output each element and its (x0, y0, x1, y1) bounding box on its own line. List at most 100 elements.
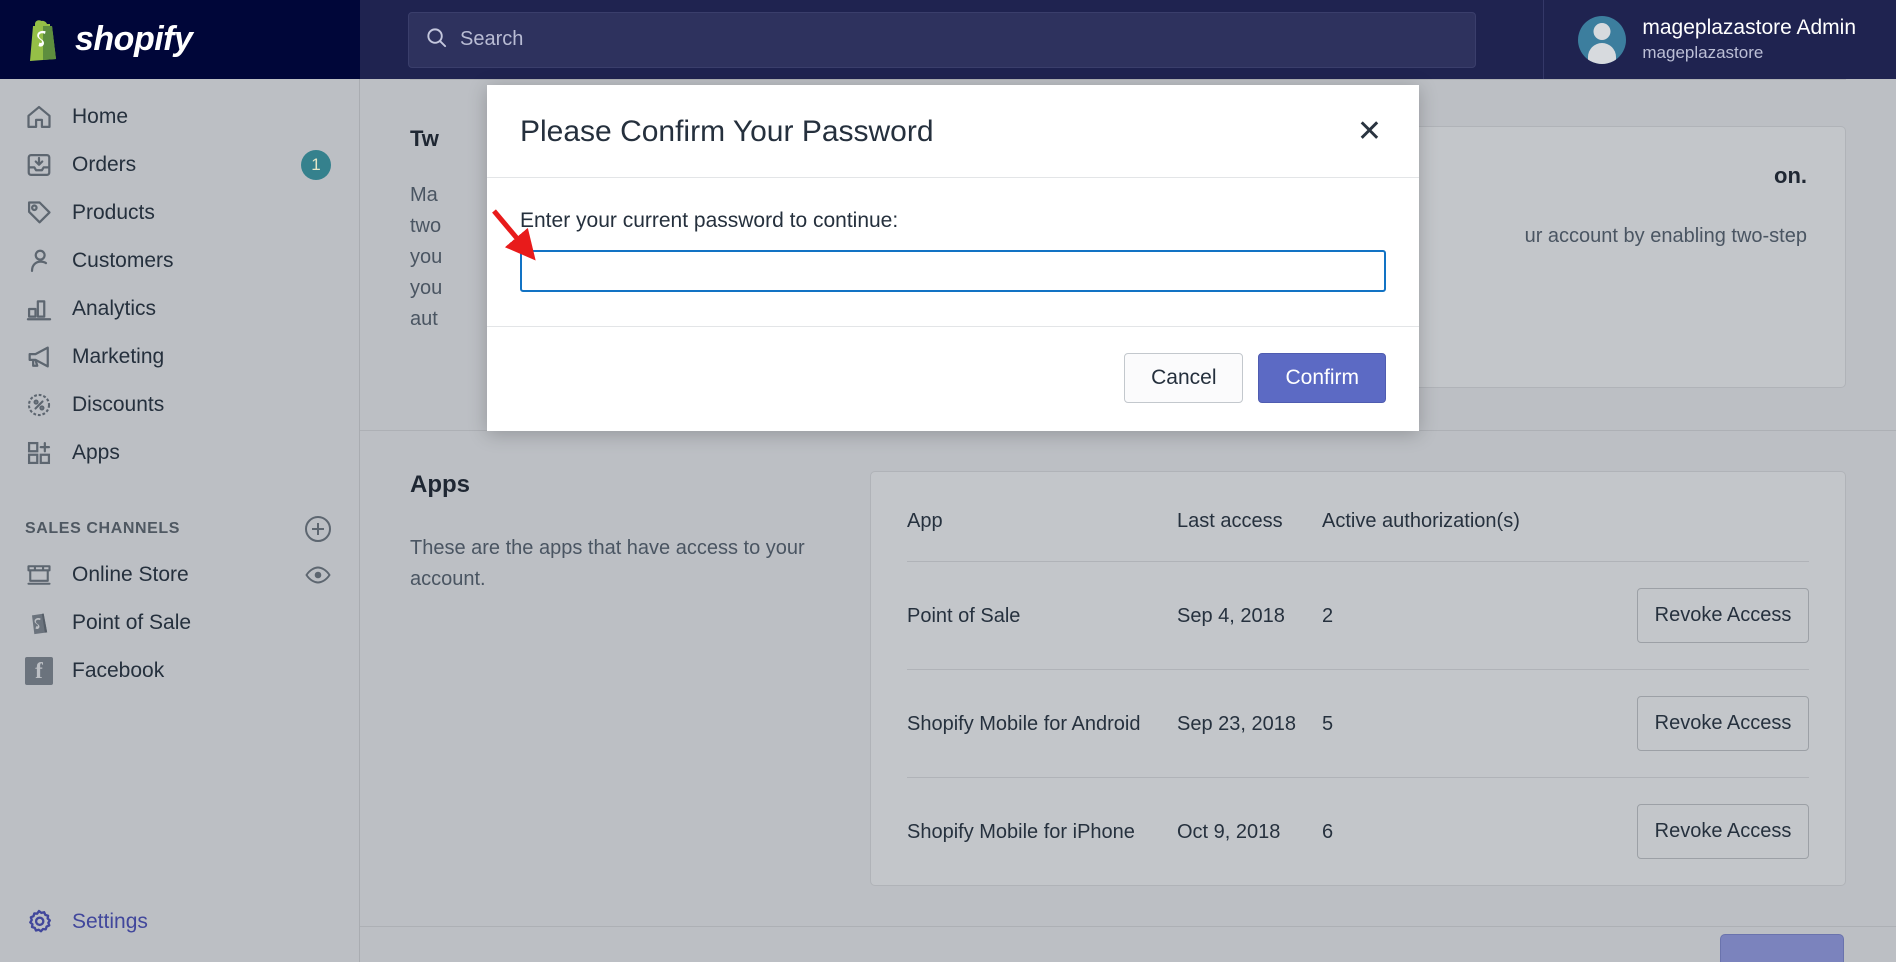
column-header-active-authorizations: Active authorization(s) (1322, 510, 1520, 532)
gear-icon (25, 908, 53, 936)
search-input[interactable]: Search (408, 11, 1476, 68)
sidebar-item-home[interactable]: Home (0, 93, 359, 141)
cell-last-access: Oct 9, 2018 (1177, 777, 1322, 885)
modal-title: Please Confirm Your Password (520, 115, 934, 148)
avatar (1578, 15, 1627, 64)
cancel-button[interactable]: Cancel (1124, 353, 1244, 403)
circle-plus-icon[interactable] (305, 516, 331, 542)
apps-section: Apps These are the apps that have access… (410, 431, 1846, 926)
sidebar-item-label: Home (72, 105, 129, 128)
apps-card: App Last access Active authorization(s) … (870, 471, 1846, 886)
cell-actions: Revoke Access (1552, 669, 1809, 778)
cell-app-name: Shopify Mobile for iPhone (907, 777, 1177, 885)
brand-name: shopify (75, 20, 193, 58)
column-header-app: App (907, 510, 943, 532)
brand-logo-area[interactable]: shopify (0, 0, 360, 79)
account-name: mageplazastore Admin (1642, 16, 1856, 40)
sidebar-item-online-store[interactable]: Online Store (0, 551, 359, 599)
search-placeholder: Search (460, 28, 524, 50)
megaphone-icon (25, 343, 53, 371)
modal-footer: Cancel Confirm (487, 327, 1419, 431)
home-icon (25, 103, 53, 131)
sidebar-item-settings[interactable]: Settings (0, 898, 176, 946)
modal-body: Enter your current password to continue: (487, 178, 1419, 327)
sidebar-item-label: Customers (72, 249, 174, 272)
table-row: Shopify Mobile for Android Sep 23, 2018 … (907, 669, 1809, 778)
password-label: Enter your current password to continue: (520, 209, 899, 232)
cell-actions: Revoke Access (1552, 561, 1809, 670)
sidebar-item-facebook[interactable]: f Facebook (0, 647, 359, 695)
shopify-bag-logo-icon (25, 19, 63, 61)
sidebar-item-marketing[interactable]: Marketing (0, 333, 359, 381)
cell-authorizations: 2 (1322, 561, 1552, 670)
sidebar-item-discounts[interactable]: Discounts (0, 381, 359, 429)
page-save-button-partial[interactable] (1720, 934, 1844, 962)
sidebar-item-label: Orders (72, 153, 137, 176)
sidebar-item-label: Apps (72, 441, 120, 464)
app-root: shopify Search mageplazastore Admin mage… (0, 0, 1896, 962)
revoke-access-button[interactable]: Revoke Access (1637, 804, 1809, 859)
sidebar-item-analytics[interactable]: Analytics (0, 285, 359, 333)
sidebar-item-label: Discounts (72, 393, 165, 416)
apps-table: App Last access Active authorization(s) … (907, 472, 1809, 885)
confirm-password-modal: Please Confirm Your Password ✕ Enter you… (487, 85, 1419, 431)
sidebar-item-products[interactable]: Products (0, 189, 359, 237)
cell-authorizations: 5 (1322, 669, 1552, 778)
account-store: mageplazastore (1642, 42, 1764, 62)
table-header-row: App Last access Active authorization(s) (907, 472, 1809, 562)
cell-last-access: Sep 23, 2018 (1177, 669, 1322, 778)
close-x-icon[interactable]: ✕ (1353, 117, 1386, 147)
sidebar-item-label: Facebook (72, 659, 165, 682)
sidebar: Home Orders 1 Products Customers Analyti… (0, 79, 360, 962)
shopify-pos-icon (25, 609, 53, 637)
bar-chart-icon (25, 295, 53, 323)
top-bar: shopify Search mageplazastore Admin mage… (0, 0, 1896, 79)
revoke-access-button[interactable]: Revoke Access (1637, 588, 1809, 643)
customer-person-icon (25, 247, 53, 275)
cell-last-access: Sep 4, 2018 (1177, 561, 1322, 670)
column-header-actions (1552, 472, 1809, 562)
search-icon (425, 26, 448, 54)
revoke-access-button[interactable]: Revoke Access (1637, 696, 1809, 751)
sales-channels-header: SALES CHANNELS (0, 507, 359, 551)
account-menu[interactable]: mageplazastore Admin mageplazastore (1543, 0, 1896, 79)
cell-app-name: Shopify Mobile for Android (907, 669, 1177, 778)
sidebar-item-label: Settings (72, 910, 148, 933)
cell-app-name: Point of Sale (907, 561, 1177, 670)
sidebar-item-label: Online Store (72, 563, 189, 586)
orders-inbox-icon (25, 151, 53, 179)
sidebar-item-label: Point of Sale (72, 611, 192, 634)
search-area: Search (360, 11, 1543, 68)
table-row: Point of Sale Sep 4, 2018 2 Revoke Acces… (907, 561, 1809, 670)
facebook-icon: f (25, 657, 53, 685)
sidebar-item-label: Products (72, 201, 155, 224)
orders-badge: 1 (301, 150, 331, 180)
eye-icon[interactable] (305, 566, 331, 584)
storefront-icon (25, 561, 53, 589)
sales-channels-title: SALES CHANNELS (25, 520, 181, 537)
sidebar-item-label: Marketing (72, 345, 165, 368)
sidebar-item-apps[interactable]: Apps (0, 429, 359, 477)
apps-left: Apps These are the apps that have access… (410, 471, 870, 886)
apps-table-body: Point of Sale Sep 4, 2018 2 Revoke Acces… (907, 561, 1809, 885)
account-text: mageplazastore Admin mageplazastore (1642, 15, 1856, 63)
confirm-button[interactable]: Confirm (1258, 353, 1386, 403)
column-header-last-access: Last access (1177, 510, 1283, 532)
apps-grid-plus-icon (25, 439, 53, 467)
bottom-divider (360, 926, 1896, 927)
sidebar-item-point-of-sale[interactable]: Point of Sale (0, 599, 359, 647)
cell-actions: Revoke Access (1552, 777, 1809, 885)
password-input[interactable] (520, 250, 1386, 292)
table-row: Shopify Mobile for iPhone Oct 9, 2018 6 … (907, 777, 1809, 885)
apps-title: Apps (410, 471, 470, 498)
sidebar-item-orders[interactable]: Orders 1 (0, 141, 359, 189)
settings-row: Settings (0, 882, 359, 962)
sidebar-item-customers[interactable]: Customers (0, 237, 359, 285)
discount-percent-icon (25, 391, 53, 419)
product-tag-icon (25, 199, 53, 227)
cell-authorizations: 6 (1322, 777, 1552, 885)
apps-description: These are the apps that have access to y… (410, 537, 805, 590)
modal-header: Please Confirm Your Password ✕ (487, 85, 1419, 178)
apps-table-head: App Last access Active authorization(s) (907, 472, 1809, 562)
sidebar-item-label: Analytics (72, 297, 157, 320)
